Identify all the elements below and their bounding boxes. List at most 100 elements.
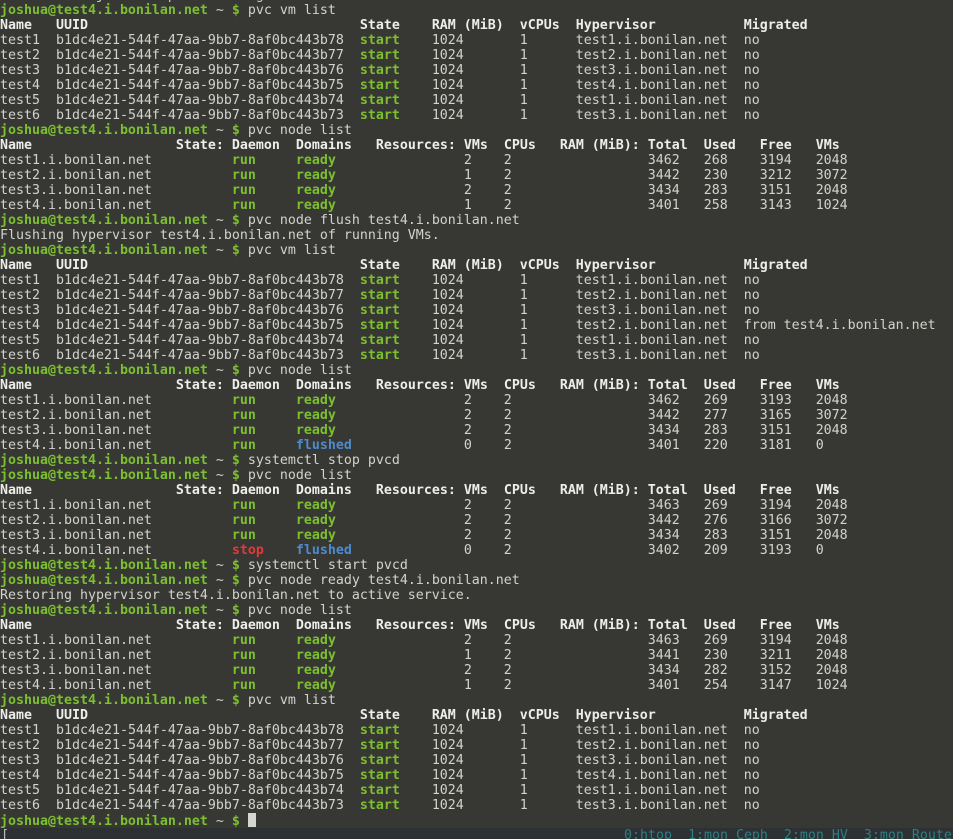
terminal-text-segment: 1 [520,33,528,48]
spacer [208,243,216,258]
command-text: pvc node list [248,603,352,618]
terminal-text-segment: 254 [704,678,728,693]
prompt-user-host: joshua@test4.i.bonilan.net [0,558,208,573]
prompt-line: joshua@test4.i.bonilan.net ~ $ pvc node … [0,363,953,378]
terminal-text-segment: 3463 [648,498,680,513]
spacer [464,753,520,768]
spacer [152,408,232,423]
terminal-text-segment: test6 [0,348,40,363]
terminal-text-segment: 3193 [760,393,792,408]
spacer [32,708,56,723]
vm-table-row: test2 b1dc4e21-544f-47aa-9bb7-8af0bc443b… [0,288,953,303]
terminal-text-segment: ready [296,408,336,423]
terminal-text-segment: Migrated [744,258,808,273]
spacer [464,333,520,348]
spacer [656,18,744,33]
prompt-user-host: joshua@test4.i.bonilan.net [0,363,208,378]
tmux-status-bar[interactable]: [ 0:htop 1:mon Ceph 2:mon HV 3:mon Route [0,828,953,839]
terminal-text-segment: Used [704,618,736,633]
spacer [352,138,376,153]
spacer [512,408,648,423]
terminal-text-segment: UUID [56,708,88,723]
spacer [560,708,576,723]
terminal-text-segment: 1024 [432,33,464,48]
terminal-text-segment: VMs [816,618,840,633]
terminal-text-segment: test4.i.bonilan.net [576,768,728,783]
terminal-text-segment: 1024 [432,798,464,813]
prompt-line: joshua@test4.i.bonilan.net ~ $ systemctl… [0,558,953,573]
spacer [88,708,360,723]
spacer [472,438,504,453]
terminal-text-segment: State [360,708,400,723]
spacer [32,483,176,498]
spacer [240,693,248,708]
terminal-text-segment: test4 [0,768,40,783]
spacer [208,603,216,618]
spacer [792,648,816,663]
terminal-text-segment: 3401 [648,198,680,213]
spacer [344,783,360,798]
terminal-text-segment: 3152 [760,663,792,678]
terminal-text-segment: test3.i.bonilan.net [576,798,728,813]
status-bar-session-fragment: [ [1,828,9,839]
terminal-text-segment: 1 [520,723,528,738]
spacer [400,18,432,33]
spacer [208,213,216,228]
terminal-text-segment: test4 [0,78,40,93]
terminal-text-segment: test2.i.bonilan.net [0,408,152,423]
terminal-text-segment: run [232,438,256,453]
spacer [400,333,432,348]
spacer [792,393,816,408]
terminal-text-segment: start [360,798,400,813]
terminal-text-segment: UUID [56,18,88,33]
terminal-text-segment: 3194 [760,153,792,168]
spacer [656,708,744,723]
terminal-text-segment: 1 [520,318,528,333]
terminal-text-segment: 3434 [648,423,680,438]
terminal-text-segment: no [744,348,760,363]
spacer [256,633,296,648]
spacer [472,678,504,693]
prompt-cwd: ~ [216,468,224,483]
terminal-text-segment: b1dc4e21-544f-47aa-9bb7-8af0bc443b78 [56,33,344,48]
terminal-text-segment: VMs [464,138,488,153]
spacer [40,723,56,738]
spacer [240,603,248,618]
spacer [152,678,232,693]
spacer [680,408,704,423]
terminal-text-segment: 269 [704,498,728,513]
terminal-text-segment: 1024 [432,768,464,783]
node-table-row: test4.i.bonilan.net stop flushed 0 2 340… [0,543,953,558]
terminal-text-segment: 269 [704,633,728,648]
terminal-text-segment: b1dc4e21-544f-47aa-9bb7-8af0bc443b76 [56,63,344,78]
terminal-text-segment: 0 [816,543,824,558]
terminal-window[interactable]: lj p g joshua@test4.i.bonilan.net ~ $ pv… [0,0,953,839]
spacer [736,378,760,393]
terminal-text-segment: 1 [520,768,528,783]
spacer [456,618,464,633]
spacer [400,348,432,363]
spacer [688,378,704,393]
spacer [472,498,504,513]
terminal-text-segment: test5 [0,333,40,348]
spacer [400,33,432,48]
spacer [464,48,520,63]
terminal-text-segment: test3.i.bonilan.net [576,753,728,768]
terminal-text-segment: b1dc4e21-544f-47aa-9bb7-8af0bc443b74 [56,783,344,798]
terminal-text-segment: VMs [464,483,488,498]
terminal-text-segment: start [360,33,400,48]
spacer [512,393,648,408]
terminal-text-segment: 1 [464,648,472,663]
terminal-text-segment: start [360,348,400,363]
spacer [344,78,360,93]
terminal-text-segment: test1.i.bonilan.net [0,393,152,408]
spacer [640,483,648,498]
terminal-text-segment: start [360,783,400,798]
spacer [512,153,648,168]
spacer [256,663,296,678]
spacer [40,318,56,333]
spacer [336,393,464,408]
vm-table-row: test4 b1dc4e21-544f-47aa-9bb7-8af0bc443b… [0,318,953,333]
terminal-text-segment: test1 [0,723,40,738]
status-bar-window-list[interactable]: 0:htop 1:mon Ceph 2:mon HV 3:mon Route [624,828,952,839]
